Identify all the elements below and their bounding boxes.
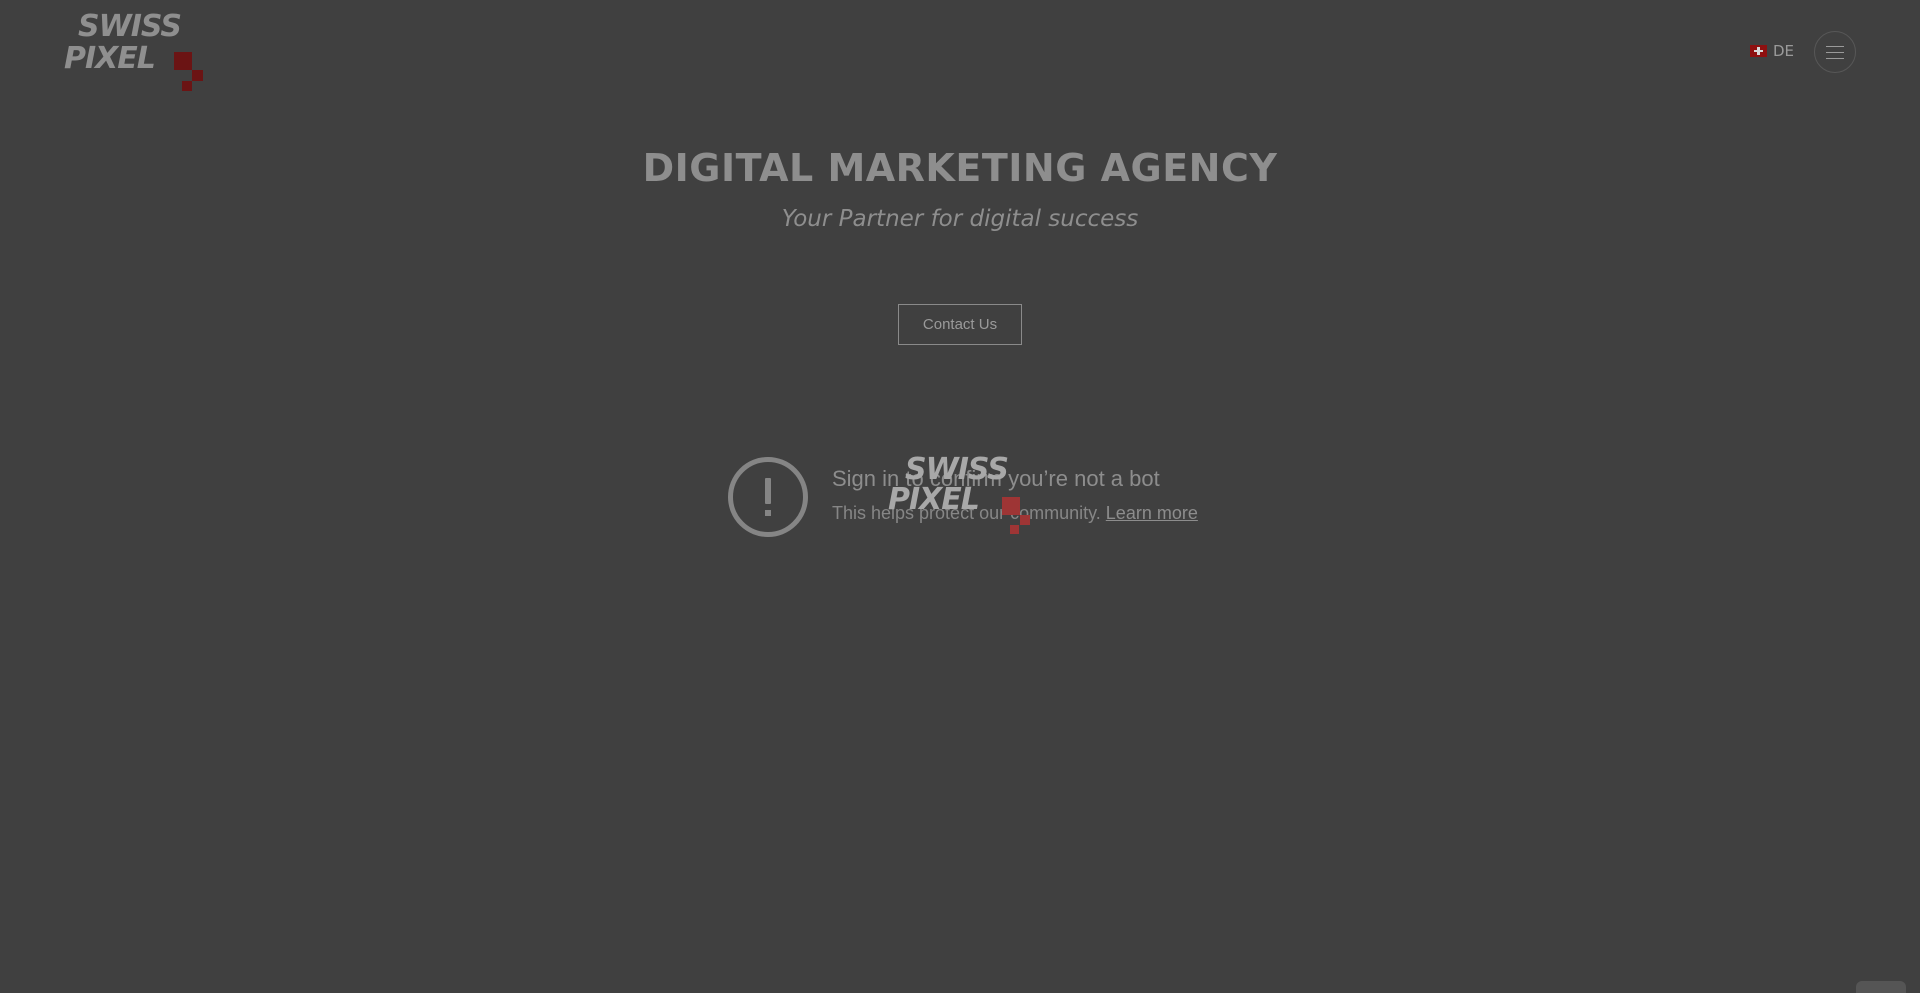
language-selector[interactable]: DE <box>1750 42 1794 60</box>
logo-pixel <box>174 52 192 70</box>
corner-widget[interactable] <box>1856 981 1906 993</box>
logo-pixel <box>182 81 192 91</box>
loader-logo-line1: SWISS <box>905 452 1009 487</box>
contact-us-button[interactable]: Contact Us <box>898 304 1022 345</box>
swiss-flag-icon <box>1750 45 1767 57</box>
hero-subtitle: Your Partner for digital success <box>781 206 1139 232</box>
loader-logo-line2: PIXEL <box>888 482 980 517</box>
site-logo[interactable]: SWISS PIXEL <box>64 10 214 94</box>
loader-logo: SWISS PIXEL <box>888 453 1038 538</box>
language-label: DE <box>1773 42 1795 60</box>
learn-more-link[interactable]: Learn more <box>1106 503 1198 523</box>
loader-logo-pixel <box>1002 497 1020 515</box>
menu-button[interactable] <box>1814 31 1856 73</box>
logo-text-line1: SWISS <box>78 9 182 44</box>
exclamation-circle-icon <box>728 457 808 537</box>
hero-title: DIGITAL MARKETING AGENCY <box>642 146 1278 190</box>
hamburger-menu-icon <box>1826 45 1844 59</box>
page: SWISS PIXEL DE DIGITAL MARKETING AGENCY … <box>0 0 1920 993</box>
loader-logo-pixel <box>1020 515 1030 525</box>
logo-text-line2: PIXEL <box>64 41 156 76</box>
loader-logo-pixel <box>1010 525 1019 534</box>
logo-pixel <box>192 70 203 81</box>
